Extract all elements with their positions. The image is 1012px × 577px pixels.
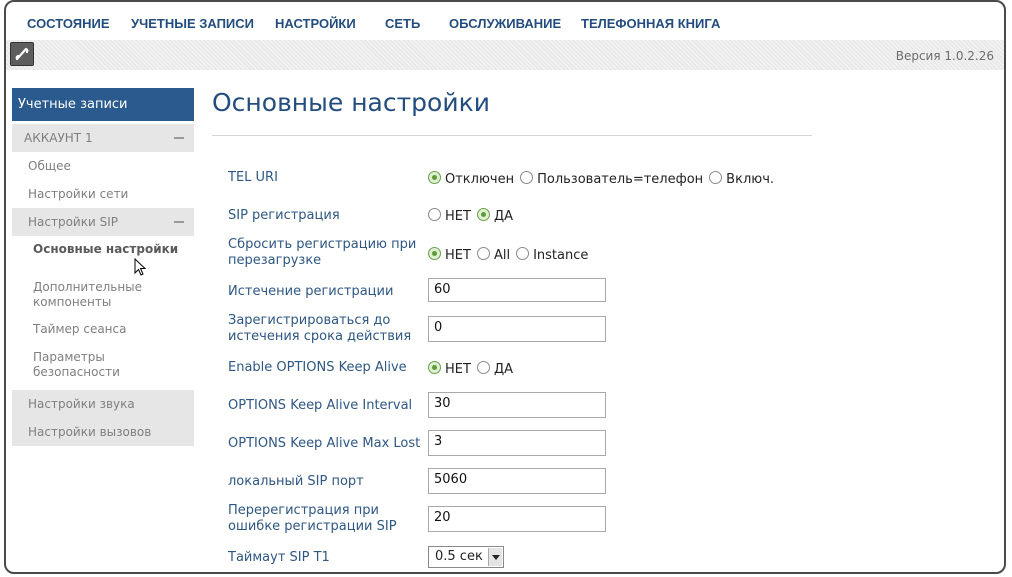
sip-t1-timeout-select[interactable]: 0.5 сек: [428, 546, 504, 568]
title-divider: [212, 135, 812, 136]
sidebar-subitem-label: Таймер сеанса: [33, 322, 127, 336]
sidebar: Учетные записи АККАУНТ 1 Общее Настройки…: [12, 88, 194, 446]
mouse-cursor-icon: [134, 258, 147, 276]
sidebar-item-label: Настройки SIP: [28, 215, 118, 229]
sidebar-item-label: Настройки вызовов: [28, 425, 152, 439]
local-sip-port-control: 5060: [428, 468, 606, 494]
tel-uri-radio-group: Отключен Пользователь=телефон Включ.: [428, 171, 780, 187]
sidebar-item-calls[interactable]: Настройки вызовов: [12, 418, 194, 446]
registration-expire-label: Истечение регистрации: [228, 284, 394, 299]
reregistration-failure-control: 20: [428, 506, 606, 532]
tel-uri-on-radio[interactable]: [709, 171, 723, 184]
keepalive-max-lost-control: 3: [428, 430, 606, 456]
register-before-expiry-label: Зарегистрироваться до истечения срока де…: [228, 313, 412, 344]
tel-uri-user-phone-radio[interactable]: [520, 171, 534, 184]
register-before-expiry-input[interactable]: 0: [428, 316, 606, 342]
radio-label: Отключен: [445, 172, 515, 187]
radio-label: ДА: [493, 209, 513, 224]
local-sip-port-label: локальный SIP порт: [228, 474, 364, 489]
sidebar-item-audio[interactable]: Настройки звука: [12, 390, 194, 418]
sidebar-subitem-basic[interactable]: Основные настройки: [12, 236, 194, 280]
top-navigation: СОСТОЯНИЕ УЧЕТНЫЕ ЗАПИСИ НАСТРОЙКИ СЕТЬ …: [6, 2, 1004, 42]
local-sip-port-input[interactable]: 5060: [428, 468, 606, 494]
collapse-icon[interactable]: [174, 221, 184, 223]
keepalive-interval-control: 30: [428, 392, 606, 418]
radio-label: НЕТ: [445, 248, 471, 263]
sidebar-item-label: АККАУНТ 1: [24, 131, 93, 145]
sidebar-subitem-security[interactable]: Параметры безопасности: [12, 350, 194, 390]
nav-phonebook[interactable]: ТЕЛЕФОННАЯ КНИГА: [581, 16, 720, 31]
dropdown-arrow-icon[interactable]: [488, 548, 502, 566]
tel-uri-label: TEL URI: [228, 170, 278, 185]
tel-uri-off-radio[interactable]: [428, 171, 441, 184]
reset-reg-instance-radio[interactable]: [516, 247, 530, 260]
header-strip: Версия 1.0.2.26: [6, 40, 1004, 70]
app-window: СОСТОЯНИЕ УЧЕТНЫЕ ЗАПИСИ НАСТРОЙКИ СЕТЬ …: [4, 0, 1006, 574]
sidebar-item-label: Настройки сети: [28, 187, 129, 201]
sidebar-item-network[interactable]: Настройки сети: [12, 180, 194, 208]
options-ka-yes-radio[interactable]: [476, 361, 490, 374]
sidebar-subitem-label: Дополнительные компоненты: [33, 280, 143, 309]
version-label: Версия 1.0.2.26: [895, 49, 994, 63]
radio-label: Включ.: [726, 172, 775, 187]
phone-logo-icon: [10, 42, 34, 66]
reset-registration-radio-group: НЕТ All Instance: [428, 247, 594, 263]
sidebar-item-label: Настройки звука: [28, 397, 135, 411]
sidebar-subitem-session-timer[interactable]: Таймер сеанса: [12, 322, 194, 350]
registration-expire-input[interactable]: 60: [428, 278, 606, 302]
register-before-expiry-control: 0: [428, 316, 606, 342]
sidebar-item-sip[interactable]: Настройки SIP: [12, 208, 194, 236]
sip-t1-timeout-label: Таймаут SIP T1: [228, 550, 330, 565]
sidebar-subitem-extra[interactable]: Дополнительные компоненты: [12, 280, 194, 322]
radio-label: Пользователь=телефон: [537, 172, 704, 187]
reset-reg-no-radio[interactable]: [428, 247, 441, 260]
reset-reg-all-radio[interactable]: [476, 247, 490, 260]
reregistration-failure-label: Перерегистрация при ошибке регистрации S…: [228, 503, 397, 534]
sidebar-subitem-label: Параметры безопасности: [33, 350, 120, 379]
nav-status[interactable]: СОСТОЯНИЕ: [27, 16, 110, 31]
nav-accounts[interactable]: УЧЕТНЫЕ ЗАПИСИ: [131, 16, 254, 31]
radio-label: All: [493, 248, 511, 263]
nav-maintenance[interactable]: ОБСЛУЖИВАНИЕ: [449, 16, 561, 31]
radio-label: ДА: [493, 362, 513, 377]
page-title: Основные настройки: [212, 88, 490, 117]
keepalive-max-lost-input[interactable]: 3: [428, 430, 606, 456]
nav-network[interactable]: СЕТЬ: [385, 16, 420, 31]
sidebar-item-account[interactable]: АККАУНТ 1: [12, 124, 194, 152]
radio-label: Instance: [533, 248, 589, 263]
sip-registration-label: SIP регистрация: [228, 208, 340, 223]
collapse-icon[interactable]: [174, 137, 184, 139]
radio-label: НЕТ: [445, 362, 471, 377]
nav-settings[interactable]: НАСТРОЙКИ: [275, 16, 356, 31]
reset-registration-label: Сбросить регистрацию при перезагрузке: [228, 237, 417, 268]
registration-expire-control: 60: [428, 278, 606, 302]
sidebar-item-label: Общее: [28, 159, 71, 173]
reregistration-failure-input[interactable]: 20: [428, 506, 606, 532]
sip-registration-radio-group: НЕТ ДА: [428, 208, 519, 224]
options-keepalive-radio-group: НЕТ ДА: [428, 361, 519, 377]
sip-reg-no-radio[interactable]: [428, 208, 441, 221]
keepalive-interval-label: OPTIONS Keep Alive Interval: [228, 398, 413, 413]
select-value: 0.5 сек: [435, 549, 483, 564]
sip-reg-yes-radio[interactable]: [476, 208, 490, 221]
radio-label: НЕТ: [445, 209, 471, 224]
keepalive-max-lost-label: OPTIONS Keep Alive Max Lost: [228, 436, 421, 451]
sidebar-subitem-label: Основные настройки: [33, 242, 179, 256]
sidebar-item-general[interactable]: Общее: [12, 152, 194, 180]
options-keepalive-label: Enable OPTIONS Keep Alive: [228, 360, 407, 375]
sip-t1-timeout-control: 0.5 сек: [428, 546, 504, 568]
options-ka-no-radio[interactable]: [428, 361, 441, 374]
keepalive-interval-input[interactable]: 30: [428, 392, 606, 418]
sidebar-title[interactable]: Учетные записи: [12, 88, 194, 121]
